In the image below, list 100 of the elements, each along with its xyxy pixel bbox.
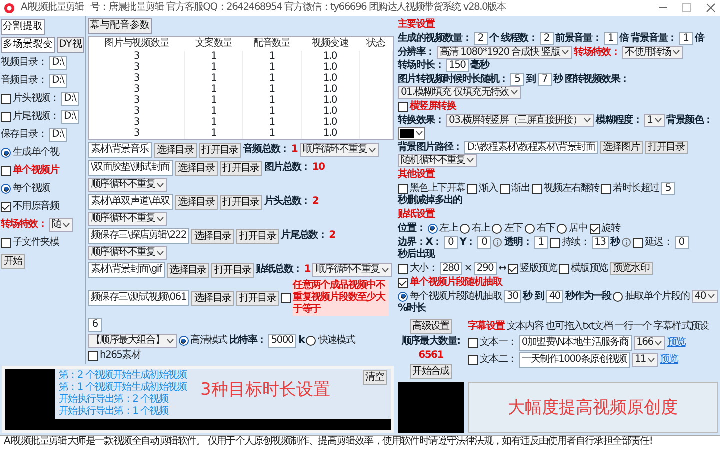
path-field[interactable]: 频保存三\探店剪辑\222 (88, 228, 190, 244)
tab[interactable]: 多场景裂变 (1, 37, 55, 53)
input-field[interactable]: 0 (674, 236, 689, 249)
path-field[interactable]: D:\教程素材\教程素材\背景封面 (464, 141, 598, 154)
input-field[interactable]: 5 (510, 73, 524, 86)
close-icon[interactable] (706, 3, 716, 13)
button[interactable]: 选择图片 (600, 141, 643, 154)
checkbox[interactable]: 旋转 (590, 222, 620, 234)
dropdown[interactable]: 顺序循环不重复 (88, 178, 168, 192)
preview-link[interactable]: 预览 (667, 337, 686, 349)
button[interactable]: 打开目录 (236, 290, 280, 306)
input-field[interactable]: 6 (88, 318, 102, 332)
checkbox[interactable]: 横竖屏转换 (398, 100, 456, 112)
dropdown[interactable]: 1 (644, 114, 665, 127)
checkbox[interactable]: 持续： (550, 236, 590, 248)
input-field[interactable]: 280 (440, 262, 462, 275)
checkbox[interactable]: 单个视频片 (1, 165, 60, 177)
button[interactable]: 打开目录 (236, 228, 280, 244)
checkbox[interactable]: 不用原音频 (1, 201, 60, 213)
radio-button[interactable]: 右上 (460, 222, 490, 234)
dropdown[interactable]: 顺序循环不重复 (300, 143, 379, 157)
button[interactable]: 打开目录 (220, 194, 262, 210)
dropdown[interactable]: 03.横屏转竖屏（三屏直接拼接） (446, 114, 594, 127)
button[interactable]: 选择目录 (191, 290, 234, 306)
radio-button[interactable]: 每个视频片段随机抽取 (398, 290, 502, 302)
input-field[interactable]: 2 (540, 32, 554, 45)
checkbox[interactable]: 单个视频片段随机抽取 (398, 276, 502, 288)
dropdown[interactable]: 顺序循环不重复 (88, 212, 168, 226)
radio-button[interactable]: 居中 (557, 222, 588, 234)
radio-button[interactable]: 每个视频 (1, 183, 50, 195)
dropdown[interactable]: 随机循环不重复 (398, 154, 478, 167)
text-field[interactable]: 一天制作1000条原创视频 (518, 352, 630, 368)
input-field[interactable]: 2 (474, 32, 488, 45)
input-field[interactable]: D:\ (49, 128, 68, 142)
path-field[interactable]: 素材\背景音乐 (88, 142, 152, 158)
path-field[interactable]: 频保存三\测试视频\061 (88, 290, 190, 306)
radio-button[interactable]: 左上 (428, 222, 458, 234)
radio-button[interactable]: 抽取单个片段的 (613, 290, 690, 302)
dropdown[interactable]: 高清 1080*1920 合成快 竖版 (436, 46, 572, 59)
input-field[interactable]: 0 (477, 236, 492, 249)
button[interactable]: 预览水印 (610, 262, 653, 275)
button[interactable]: 打开目录 (211, 262, 254, 278)
button[interactable]: 开始 (1, 254, 26, 268)
checkbox[interactable]: 延迟： (632, 236, 673, 248)
button[interactable]: 打开目录 (644, 141, 688, 154)
checkbox[interactable]: 横版预览 (558, 262, 608, 274)
tab[interactable]: DY视 (57, 37, 84, 53)
button[interactable]: 选择目录 (154, 142, 197, 158)
button[interactable]: 打开目录 (198, 142, 242, 158)
tab[interactable]: 幕与配音参数 (88, 18, 152, 34)
input-field[interactable]: 7 (538, 73, 552, 86)
checkbox[interactable]: 渐入 (467, 182, 498, 194)
radio-button[interactable]: 左下 (492, 222, 523, 234)
path-field[interactable]: \双面胶垫\测试封面 (88, 160, 173, 176)
dropdown[interactable]: 166 (634, 336, 666, 350)
checkbox[interactable]: 竖版预览 (508, 262, 557, 274)
color-picker[interactable] (398, 127, 425, 140)
start-compose-button[interactable]: 开始合成 (410, 364, 452, 379)
dropdown[interactable]: 40 (692, 290, 718, 303)
input-field[interactable]: 40 (546, 290, 564, 303)
radio-button[interactable]: 生成单个视 (1, 147, 60, 159)
dropdown[interactable]: 不使用转场 (622, 46, 684, 59)
input-field[interactable]: D:\ (49, 74, 68, 88)
radio-button[interactable]: 右下 (524, 222, 556, 234)
input-field[interactable]: 5 (661, 182, 676, 195)
input-field[interactable]: 13 (592, 236, 609, 249)
button[interactable]: 打开目录 (220, 160, 262, 176)
checkbox[interactable] (281, 293, 292, 303)
checkbox[interactable]: 子文件夹模 (1, 237, 60, 249)
dropdown[interactable]: 顺序循环不重复 (312, 263, 392, 277)
input-field[interactable]: 1 (534, 236, 548, 249)
input-field[interactable]: D:\ (49, 56, 68, 70)
checkbox[interactable]: 片尾视频： (1, 111, 60, 123)
button[interactable]: 选择目录 (174, 194, 218, 210)
dropdown[interactable]: 11 (632, 353, 658, 367)
checkbox[interactable]: 文本二： (468, 354, 517, 366)
preview-link[interactable]: 预览 (660, 354, 678, 366)
input-field[interactable]: 150 (446, 59, 469, 72)
checkbox[interactable]: 若时长超过 (601, 182, 660, 194)
dropdown[interactable]: 顺序循环不重复 (88, 246, 168, 260)
checkbox[interactable]: h265素材 (88, 350, 141, 362)
input-field[interactable]: D:\ (61, 92, 80, 106)
dropdown[interactable]: 【顺序最大组合】 (88, 334, 177, 348)
input-field[interactable]: 0 (444, 236, 458, 249)
checkbox[interactable]: 黑色上下开幕 (398, 182, 466, 194)
input-field[interactable]: 30 (504, 290, 522, 303)
checkbox[interactable]: 文本一： (468, 337, 517, 349)
dropdown[interactable]: 随 (49, 218, 74, 232)
tab[interactable]: 分割提取 (1, 19, 45, 35)
input-field[interactable]: D:\ (61, 110, 80, 124)
dropdown[interactable]: 01.模糊填充 仅填充无特效 (398, 86, 521, 99)
checkbox[interactable]: 渐出 (500, 182, 530, 194)
checkbox[interactable]: 大小： (398, 262, 438, 274)
input-field[interactable]: 1 (678, 32, 693, 45)
input-field[interactable]: 290 (474, 262, 497, 275)
button[interactable]: 选择目录 (191, 228, 234, 244)
advanced-settings-button[interactable]: 高级设置 (410, 319, 452, 334)
checkbox[interactable]: 片头视频： (1, 93, 60, 105)
button[interactable]: 选择目录 (166, 262, 210, 278)
path-field[interactable]: 素材\单双声道\单双 (88, 194, 173, 210)
